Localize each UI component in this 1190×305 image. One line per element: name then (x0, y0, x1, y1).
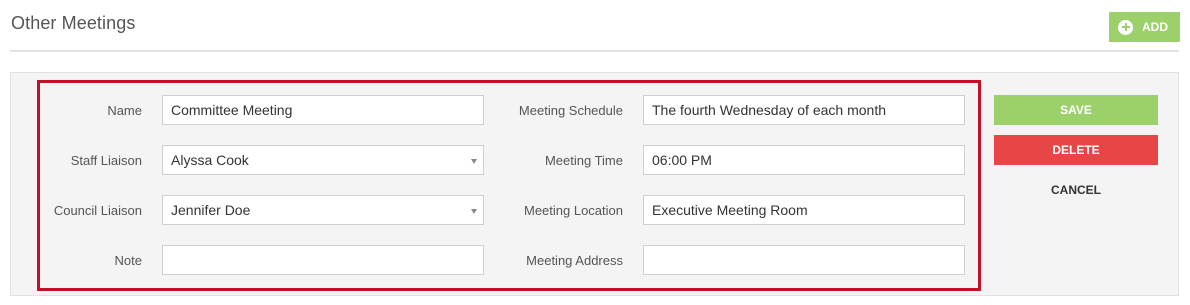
meeting-location-label: Meeting Location (523, 203, 623, 218)
note-input[interactable] (162, 245, 484, 275)
chevron-down-icon (471, 208, 477, 214)
council-liaison-select[interactable]: Jennifer Doe (162, 195, 484, 225)
chevron-down-icon (471, 158, 477, 164)
add-button[interactable]: ADD (1109, 12, 1180, 42)
meeting-address-input[interactable] (643, 245, 965, 275)
cancel-button[interactable]: CANCEL (994, 175, 1158, 205)
meeting-location-input[interactable] (643, 195, 965, 225)
meeting-address-label: Meeting Address (526, 253, 623, 268)
meeting-schedule-input[interactable] (643, 95, 965, 125)
name-input[interactable] (162, 95, 484, 125)
add-button-label: ADD (1142, 20, 1168, 34)
title-divider (10, 50, 1179, 52)
save-button[interactable]: SAVE (994, 95, 1158, 125)
staff-liaison-value: Alyssa Cook (171, 152, 249, 168)
section-title: Other Meetings (11, 13, 136, 33)
council-liaison-label: Council Liaison (53, 203, 142, 218)
staff-liaison-label: Staff Liaison (70, 153, 142, 168)
meeting-schedule-label: Meeting Schedule (518, 103, 623, 118)
meeting-time-label: Meeting Time (544, 153, 623, 168)
meeting-time-input[interactable] (643, 145, 965, 175)
council-liaison-value: Jennifer Doe (171, 202, 251, 218)
plus-circle-icon (1118, 19, 1133, 35)
staff-liaison-select[interactable]: Alyssa Cook (162, 145, 484, 175)
note-label: Note (114, 253, 142, 268)
name-label: Name (107, 103, 142, 118)
delete-button[interactable]: DELETE (994, 135, 1158, 165)
